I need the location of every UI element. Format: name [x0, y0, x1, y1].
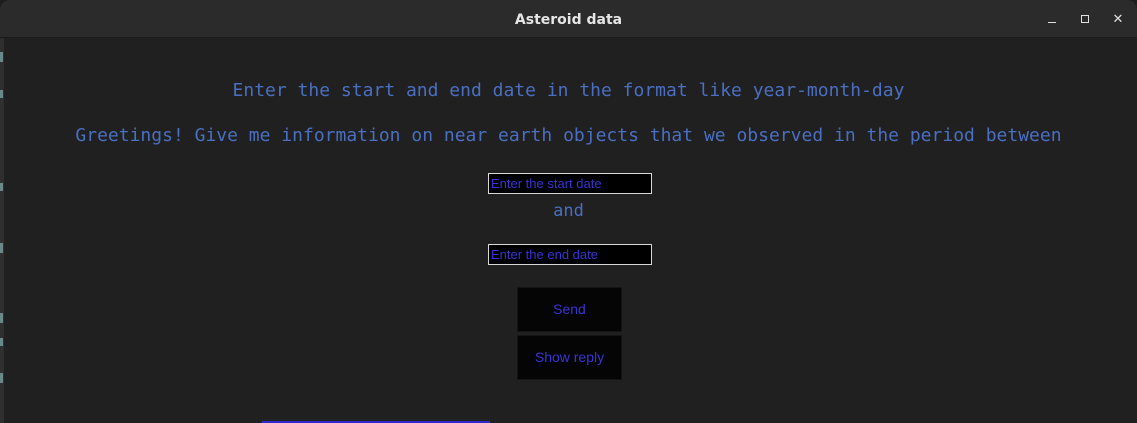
minimize-icon — [1048, 22, 1056, 23]
window-title: Asteroid data — [514, 12, 623, 28]
edge-mark — [0, 373, 3, 383]
end-date-input[interactable] — [488, 244, 652, 265]
edge-mark — [0, 338, 3, 346]
app-window: Asteroid data ✕ Enter the start and end … — [0, 0, 1137, 423]
send-button[interactable]: Send — [517, 287, 622, 332]
close-icon: ✕ — [1112, 12, 1124, 27]
maximize-icon — [1081, 15, 1089, 23]
and-label: and — [553, 201, 584, 221]
show-reply-button[interactable]: Show reply — [517, 335, 622, 380]
title-bar[interactable]: Asteroid data ✕ — [0, 0, 1137, 38]
minimize-button[interactable] — [1042, 9, 1062, 29]
greeting-text: Greetings! Give me information on near e… — [75, 125, 1062, 146]
edge-mark — [0, 243, 3, 253]
edge-mark — [0, 52, 3, 62]
edge-mark — [0, 183, 3, 191]
start-date-input[interactable] — [488, 173, 652, 194]
close-button[interactable]: ✕ — [1108, 9, 1128, 29]
instruction-format-text: Enter the start and end date in the form… — [232, 80, 905, 101]
maximize-button[interactable] — [1075, 9, 1095, 29]
edge-mark — [0, 313, 3, 323]
